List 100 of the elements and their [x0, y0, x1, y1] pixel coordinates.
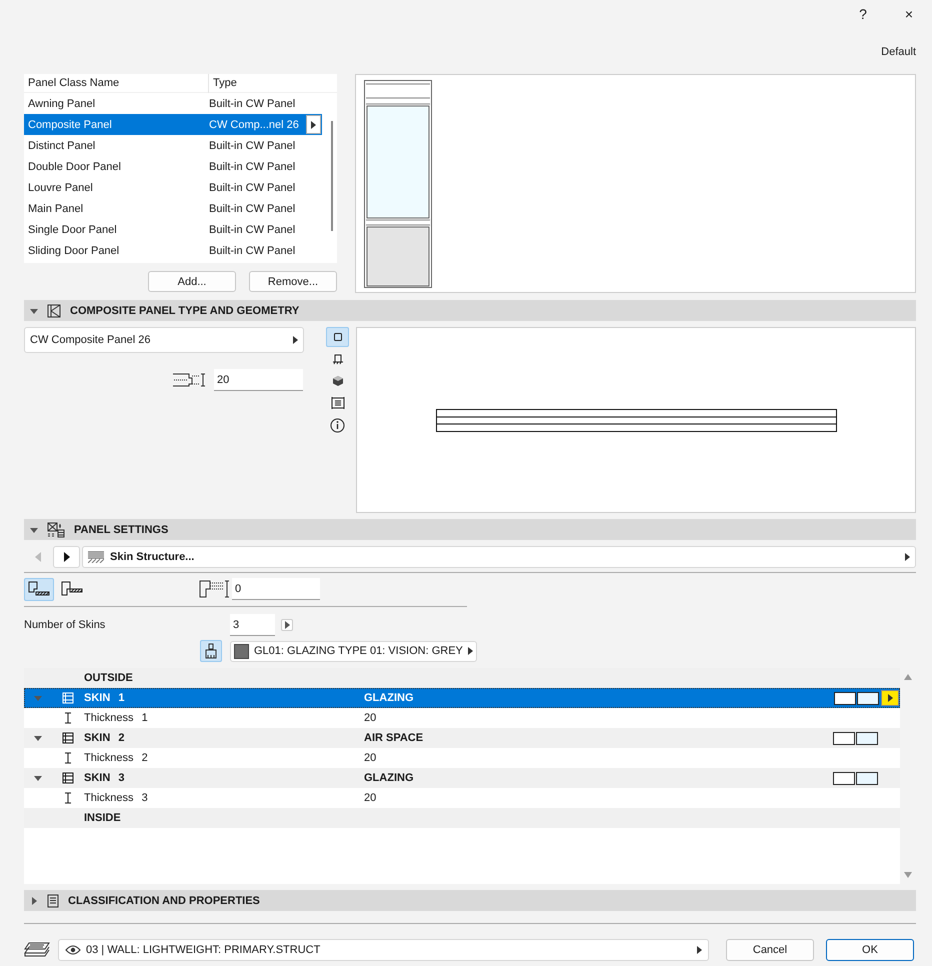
collapse-triangle-icon[interactable]: [34, 774, 42, 782]
number-of-skins-field[interactable]: 3: [230, 614, 275, 636]
thickness-value: 20: [364, 752, 378, 764]
panel-type: Built-in CW Panel: [209, 224, 296, 236]
collapse-triangle-icon[interactable]: [34, 734, 42, 742]
layers-icon: [24, 942, 50, 958]
dialog-button[interactable]: OK: [826, 939, 914, 961]
panel-class-row[interactable]: Main Panel Built-in CW Panel: [24, 198, 337, 219]
square-icon: [332, 332, 342, 342]
material-dropdown[interactable]: GL01: GLAZING TYPE 01: VISION: GREY: [230, 640, 477, 662]
help-button[interactable]: ?: [840, 0, 886, 28]
boundary-label: INSIDE: [84, 812, 122, 824]
arrow-icon: [311, 120, 316, 128]
skin-layer-icon: [62, 772, 74, 784]
skin-material: AIR SPACE: [364, 732, 424, 744]
eye-icon: [65, 945, 81, 955]
settings-page-dropdown[interactable]: Skin Structure...: [82, 546, 916, 568]
section-title: PANEL SETTINGS: [74, 524, 168, 536]
arrow-icon: [697, 946, 702, 954]
color-swatch: [857, 692, 879, 704]
panel-class-name: Sliding Door Panel: [28, 244, 120, 256]
material-swatch: [234, 644, 249, 658]
panel-type: Built-in CW Panel: [209, 140, 296, 152]
frame-mode-button[interactable]: [24, 578, 54, 600]
panel-type: Built-in CW Panel: [209, 160, 296, 172]
close-button[interactable]: ×: [886, 0, 932, 28]
skin-layer-icon: [62, 692, 74, 704]
color-swatch: [856, 772, 878, 784]
back-arrow-icon: [34, 552, 40, 562]
panel-class-row[interactable]: Distinct Panel Built-in CW Panel: [24, 135, 337, 156]
list-button[interactable]: Add...: [148, 271, 236, 292]
scroll-down-icon: [904, 872, 912, 878]
panel-type: Built-in CW Panel: [209, 202, 296, 214]
forward-button[interactable]: [53, 546, 80, 568]
section-title: CLASSIFICATION AND PROPERTIES: [68, 894, 260, 906]
section-header[interactable]: PANEL SETTINGS: [24, 519, 916, 540]
scrollbar[interactable]: [331, 121, 333, 231]
panel-type-dropdown[interactable]: CW Composite Panel 26: [24, 327, 304, 353]
frame-hatch-icon: [60, 581, 84, 597]
info-icon: [330, 418, 345, 432]
skin-row[interactable]: SKIN 1 GLAZING: [24, 688, 900, 708]
thickness-label: Thickness 1: [84, 712, 149, 724]
column-header[interactable]: Panel Class Name: [28, 74, 209, 92]
panel-class-name: Composite Panel: [28, 118, 113, 130]
settings-grid-icon: [47, 522, 65, 538]
type-menu-button[interactable]: [306, 115, 321, 134]
section-header[interactable]: CLASSIFICATION AND PROPERTIES: [24, 890, 916, 911]
panel-class-row[interactable]: Louvre Panel Built-in CW Panel: [24, 177, 337, 198]
panel-icon: [47, 304, 61, 318]
panel-class-row[interactable]: Awning Panel Built-in CW Panel: [24, 93, 337, 114]
color-swatch: [833, 772, 855, 784]
arrow-icon: [468, 647, 473, 655]
thickness-icon: [64, 752, 72, 764]
arrow-icon: [905, 553, 910, 561]
thickness-field[interactable]: 20: [214, 369, 303, 391]
panel-class-name: Louvre Panel: [28, 182, 94, 194]
panel-class-row[interactable]: Composite Panel CW Comp...nel 26: [24, 114, 322, 135]
column-header[interactable]: Type: [209, 77, 309, 89]
elevation-view-icon: [330, 396, 344, 410]
collapse-triangle-icon[interactable]: [30, 526, 38, 534]
offset-field[interactable]: 0: [232, 578, 320, 600]
skin-menu-button[interactable]: [881, 690, 899, 706]
panel-type: Built-in CW Panel: [209, 244, 296, 256]
skin-label: SKIN 3: [84, 772, 126, 784]
favorites-label[interactable]: Default: [881, 46, 916, 58]
color-swatch: [833, 732, 855, 744]
offset-icon: [198, 579, 230, 599]
scroll-up-icon: [904, 674, 912, 680]
dialog-button[interactable]: Cancel: [726, 939, 814, 961]
panel-thickness-icon: [172, 371, 208, 389]
skin-row[interactable]: SKIN 2 AIR SPACE: [24, 728, 900, 748]
panel-class-name: Main Panel: [28, 202, 84, 214]
thickness-label: Thickness 2: [84, 752, 149, 764]
thickness-icon: [64, 792, 72, 804]
skin-row[interactable]: SKIN 3 GLAZING: [24, 768, 900, 788]
layer-dropdown[interactable]: 03 | WALL: LIGHTWEIGHT: PRIMARY.STRUCT: [58, 939, 709, 961]
panel-class-row[interactable]: Single Door Panel Built-in CW Panel: [24, 219, 337, 240]
arrow-icon: [284, 621, 290, 629]
increment-button[interactable]: [281, 619, 293, 631]
list-button[interactable]: Remove...: [249, 271, 337, 292]
skin-label: SKIN 2: [84, 732, 126, 744]
section-header[interactable]: COMPOSITE PANEL TYPE AND GEOMETRY: [24, 300, 916, 321]
panel-class-name: Awning Panel: [28, 98, 96, 110]
skin-material: GLAZING: [364, 772, 414, 784]
skin-layer-icon: [62, 732, 74, 744]
cube-icon: [332, 375, 344, 387]
skin-material: GLAZING: [364, 692, 414, 704]
hatch-icon: [88, 551, 104, 563]
panel-class-row[interactable]: Sliding Door Panel Built-in CW Panel: [24, 240, 337, 261]
panel-class-name: Single Door Panel: [28, 224, 118, 236]
paint-brush-button[interactable]: [200, 640, 222, 662]
arrow-icon: [293, 336, 298, 344]
panel-type: Built-in CW Panel: [209, 98, 296, 110]
skin-label: SKIN 1: [84, 692, 126, 704]
expand-triangle-icon[interactable]: [30, 896, 38, 904]
collapse-triangle-icon[interactable]: [30, 306, 38, 314]
panel-class-row[interactable]: Double Door Panel Built-in CW Panel: [24, 156, 337, 177]
panel-class-name: Distinct Panel: [28, 140, 96, 152]
thickness-label: Thickness 3: [84, 792, 149, 804]
view-button[interactable]: [326, 327, 349, 347]
